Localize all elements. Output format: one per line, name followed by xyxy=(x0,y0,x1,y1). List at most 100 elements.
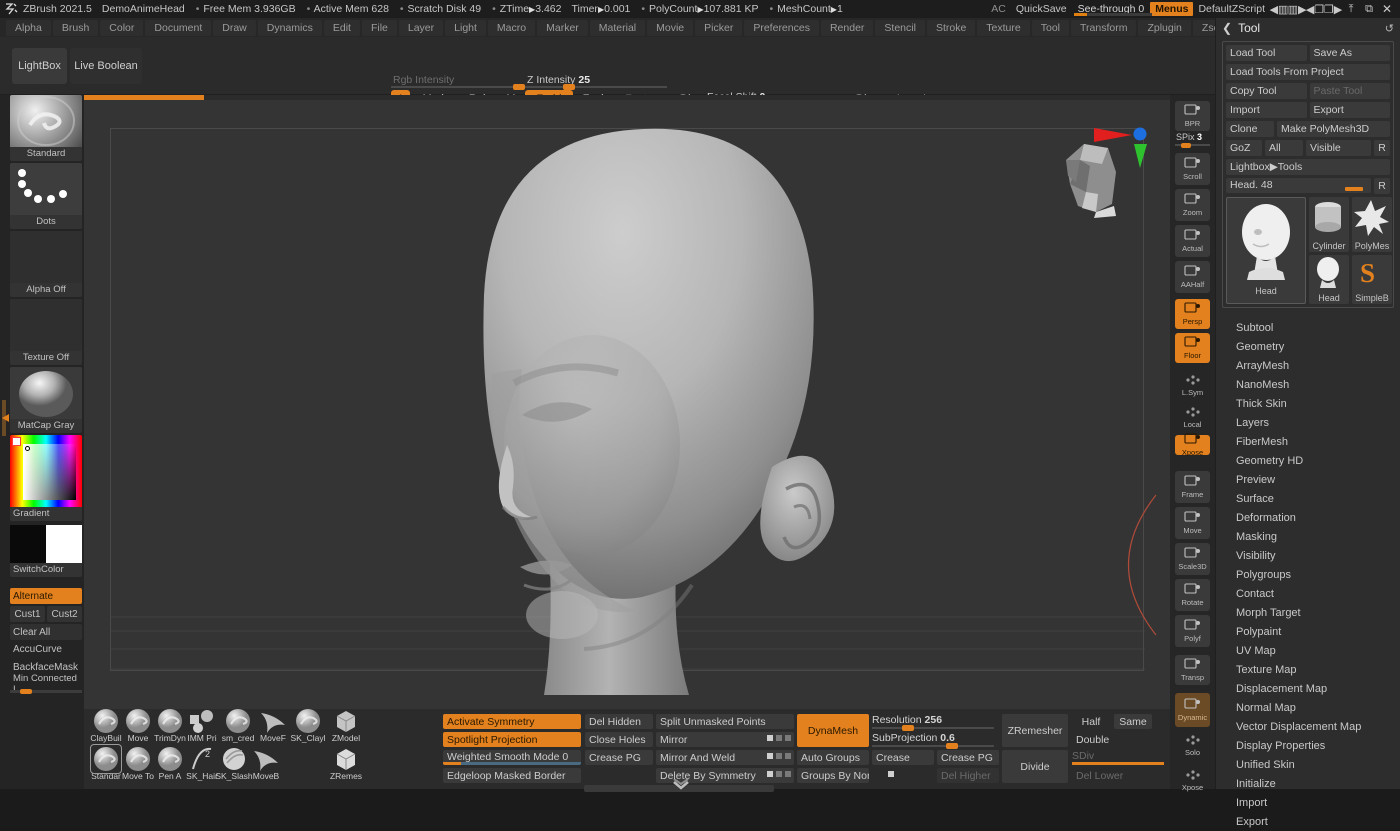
color-picker[interactable]: Gradient xyxy=(10,435,82,521)
next-scroll-icon[interactable]: ▥▶ xyxy=(1288,2,1307,16)
load-tools-from-project-button[interactable]: Load Tools From Project xyxy=(1226,64,1390,80)
transparency-button[interactable]: Transp xyxy=(1175,655,1210,685)
crease-pg-button[interactable]: Crease PG xyxy=(585,750,653,765)
export-button[interactable]: Export xyxy=(1309,102,1390,118)
head-sculpt-model[interactable] xyxy=(374,115,894,705)
spotlight-projection-button[interactable]: Spotlight Projection xyxy=(443,732,581,747)
divide-button[interactable]: Divide xyxy=(1002,750,1068,783)
tool-section-contact[interactable]: Contact xyxy=(1216,584,1400,603)
menu-item-preferences[interactable]: Preferences xyxy=(744,19,819,36)
gizmo3d-button[interactable]: Xpose xyxy=(1175,433,1210,457)
rotate-button[interactable]: Rotate xyxy=(1175,579,1210,611)
menu-item-edit[interactable]: Edit xyxy=(323,19,360,36)
double-button[interactable]: Double xyxy=(1072,732,1132,747)
del-hidden-button[interactable]: Del Hidden xyxy=(585,714,653,729)
menu-item-zplugin[interactable]: Zplugin xyxy=(1138,19,1191,36)
brush-move-elastic[interactable]: MoveF xyxy=(254,707,292,743)
bpr-render-button[interactable]: BPR xyxy=(1175,101,1210,131)
texture-swatch[interactable]: Texture Off xyxy=(10,299,82,365)
tool-section-normal-map[interactable]: Normal Map xyxy=(1216,698,1400,717)
zoom-button[interactable]: Zoom xyxy=(1175,189,1210,221)
tool-thumb-simplebrush[interactable]: S SimpleB xyxy=(1352,255,1392,304)
make-polymesh3d-button[interactable]: Make PolyMesh3D xyxy=(1277,121,1390,137)
switch-color-label[interactable]: SwitchColor xyxy=(10,563,82,577)
rgb-intensity-slider[interactable]: Rgb Intensity xyxy=(391,74,528,90)
reset-icon[interactable]: ↺ xyxy=(1385,22,1394,35)
brush-swatch[interactable]: Standard xyxy=(10,95,82,161)
quicksave-button[interactable]: QuickSave xyxy=(1011,3,1072,15)
dynamesh-button[interactable]: DynaMesh xyxy=(797,714,869,747)
current-tool-slider[interactable]: Head. 48 xyxy=(1226,178,1371,193)
save-as-button[interactable]: Save As xyxy=(1309,45,1390,61)
tool-section-preview[interactable]: Preview xyxy=(1216,470,1400,489)
menu-item-dynamics[interactable]: Dynamics xyxy=(257,19,322,36)
brush-sm-crease[interactable]: sm_cred xyxy=(219,707,257,743)
tool-section-geometry[interactable]: Geometry xyxy=(1216,337,1400,356)
tool-section-uv-map[interactable]: UV Map xyxy=(1216,641,1400,660)
secondary-color-swatch[interactable] xyxy=(46,525,82,563)
scroll-button[interactable]: Scroll xyxy=(1175,153,1210,185)
close-icon[interactable]: ✕ xyxy=(1378,2,1396,16)
brush-move-b[interactable]: MoveB xyxy=(247,745,285,781)
menu-item-marker[interactable]: Marker xyxy=(537,19,588,36)
menu-item-stencil[interactable]: Stencil xyxy=(875,19,925,36)
menu-item-layer[interactable]: Layer xyxy=(398,19,444,36)
tool-section-import[interactable]: Import xyxy=(1216,793,1400,812)
tool-section-deformation[interactable]: Deformation xyxy=(1216,508,1400,527)
tool-section-texture-map[interactable]: Texture Map xyxy=(1216,660,1400,679)
menu-item-draw[interactable]: Draw xyxy=(213,19,256,36)
alpha-swatch[interactable]: Alpha Off xyxy=(10,231,82,297)
tool-section-initialize[interactable]: Initialize xyxy=(1216,774,1400,793)
menu-item-picker[interactable]: Picker xyxy=(695,19,743,36)
goz-r-button[interactable]: R xyxy=(1374,140,1390,156)
import-button[interactable]: Import xyxy=(1226,102,1307,118)
menu-item-transform[interactable]: Transform xyxy=(1071,19,1137,36)
tool-section-arraymesh[interactable]: ArrayMesh xyxy=(1216,356,1400,375)
restore-icon[interactable]: ⧉ xyxy=(1360,2,1378,16)
tool-thumb-head-large[interactable]: Head xyxy=(1226,197,1306,304)
window-right-icon[interactable]: ❐▶ xyxy=(1324,2,1342,16)
same-button[interactable]: Same xyxy=(1114,714,1152,729)
frame-button[interactable]: Frame xyxy=(1175,471,1210,503)
goz-visible-button[interactable]: Visible xyxy=(1306,140,1371,156)
brush-sk-clay[interactable]: SK_Clayl xyxy=(289,707,327,743)
cust1-button[interactable]: Cust1 xyxy=(10,606,45,622)
z-intensity-slider[interactable]: Z Intensity 25 xyxy=(525,74,667,90)
load-tool-button[interactable]: Load Tool xyxy=(1226,45,1307,61)
half-button[interactable]: Half xyxy=(1072,714,1110,729)
material-swatch[interactable]: MatCap Gray xyxy=(10,367,82,433)
primary-color-swatch[interactable] xyxy=(10,525,46,563)
del-lower-button[interactable]: Del Lower xyxy=(1072,768,1164,783)
window-left-icon[interactable]: ◀❐ xyxy=(1306,2,1324,16)
sdiv-slider[interactable]: SDiv xyxy=(1072,750,1164,765)
crease-pg-2-button[interactable]: Crease PG xyxy=(937,750,999,765)
min-connected-track[interactable] xyxy=(10,689,82,694)
tool-section-morph-target[interactable]: Morph Target xyxy=(1216,603,1400,622)
activate-symmetry-button[interactable]: Activate Symmetry xyxy=(443,714,581,729)
mirror-and-weld-button[interactable]: Mirror And Weld xyxy=(656,750,794,765)
tool-section-thick-skin[interactable]: Thick Skin xyxy=(1216,394,1400,413)
resolution-slider[interactable]: Resolution 256 xyxy=(872,714,994,731)
menu-item-stroke[interactable]: Stroke xyxy=(926,19,976,36)
tool-section-geometry-hd[interactable]: Geometry HD xyxy=(1216,451,1400,470)
auto-groups-button[interactable]: Auto Groups xyxy=(797,750,869,765)
chevron-left-icon[interactable]: ❮ xyxy=(1222,21,1232,35)
live-boolean-button[interactable]: Live Boolean xyxy=(70,48,142,84)
tool-section-unified-skin[interactable]: Unified Skin xyxy=(1216,755,1400,774)
goz-all-button[interactable]: All xyxy=(1265,140,1303,156)
tool-section-display-properties[interactable]: Display Properties xyxy=(1216,736,1400,755)
split-unmasked-points-button[interactable]: Split Unmasked Points xyxy=(656,714,794,729)
tool-section-vector-displacement-map[interactable]: Vector Displacement Map xyxy=(1216,717,1400,736)
accucurve-button[interactable]: AccuCurve xyxy=(10,641,82,657)
see-through-slider[interactable]: See-through 0 xyxy=(1072,3,1153,16)
menu-item-tool[interactable]: Tool xyxy=(1031,19,1069,36)
color-swatches[interactable]: SwitchColor xyxy=(10,525,82,577)
tool-section-nanomesh[interactable]: NanoMesh xyxy=(1216,375,1400,394)
dynamic-persp-button[interactable]: Dynamic xyxy=(1175,693,1210,727)
aahalf-button[interactable]: AAHalf xyxy=(1175,261,1210,293)
left-tray-arrow-icon[interactable] xyxy=(0,400,10,436)
menu-item-texture[interactable]: Texture xyxy=(977,19,1030,36)
tool-section-polygroups[interactable]: Polygroups xyxy=(1216,565,1400,584)
edgeloop-masked-border-button[interactable]: Edgeloop Masked Border xyxy=(443,768,581,783)
tool-section-fibermesh[interactable]: FiberMesh xyxy=(1216,432,1400,451)
